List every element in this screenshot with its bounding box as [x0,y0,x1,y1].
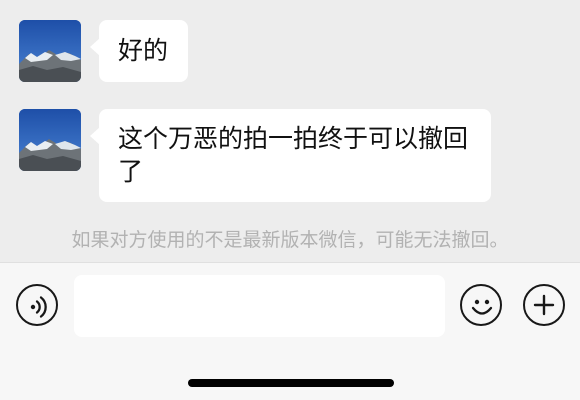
emoji-icon [471,299,493,315]
plus-icon [533,294,555,316]
emoji-button[interactable] [460,284,502,326]
message-text: 好的 [118,36,169,65]
chat-area: 好的 这个万恶的拍一拍终于可以撤回了 如果对方使用的不是最新版本微信，可能无法撤… [0,0,580,262]
avatar[interactable] [19,20,81,82]
message-input[interactable] [74,275,445,337]
voice-icon [30,296,47,318]
message-text: 这个万恶的拍一拍终于可以撤回了 [118,124,469,186]
mountain-avatar-icon [19,109,81,171]
voice-button[interactable] [16,284,58,326]
plus-button[interactable] [523,284,565,326]
system-notice: 如果对方使用的不是最新版本微信，可能无法撤回。 [71,229,509,251]
message-bubble[interactable]: 这个万恶的拍一拍终于可以撤回了 [90,109,491,202]
mountain-avatar-icon [19,20,81,82]
home-indicator[interactable] [188,379,394,387]
message-bubble[interactable]: 好的 [90,20,188,82]
avatar[interactable] [19,109,81,171]
input-bar [0,262,580,400]
